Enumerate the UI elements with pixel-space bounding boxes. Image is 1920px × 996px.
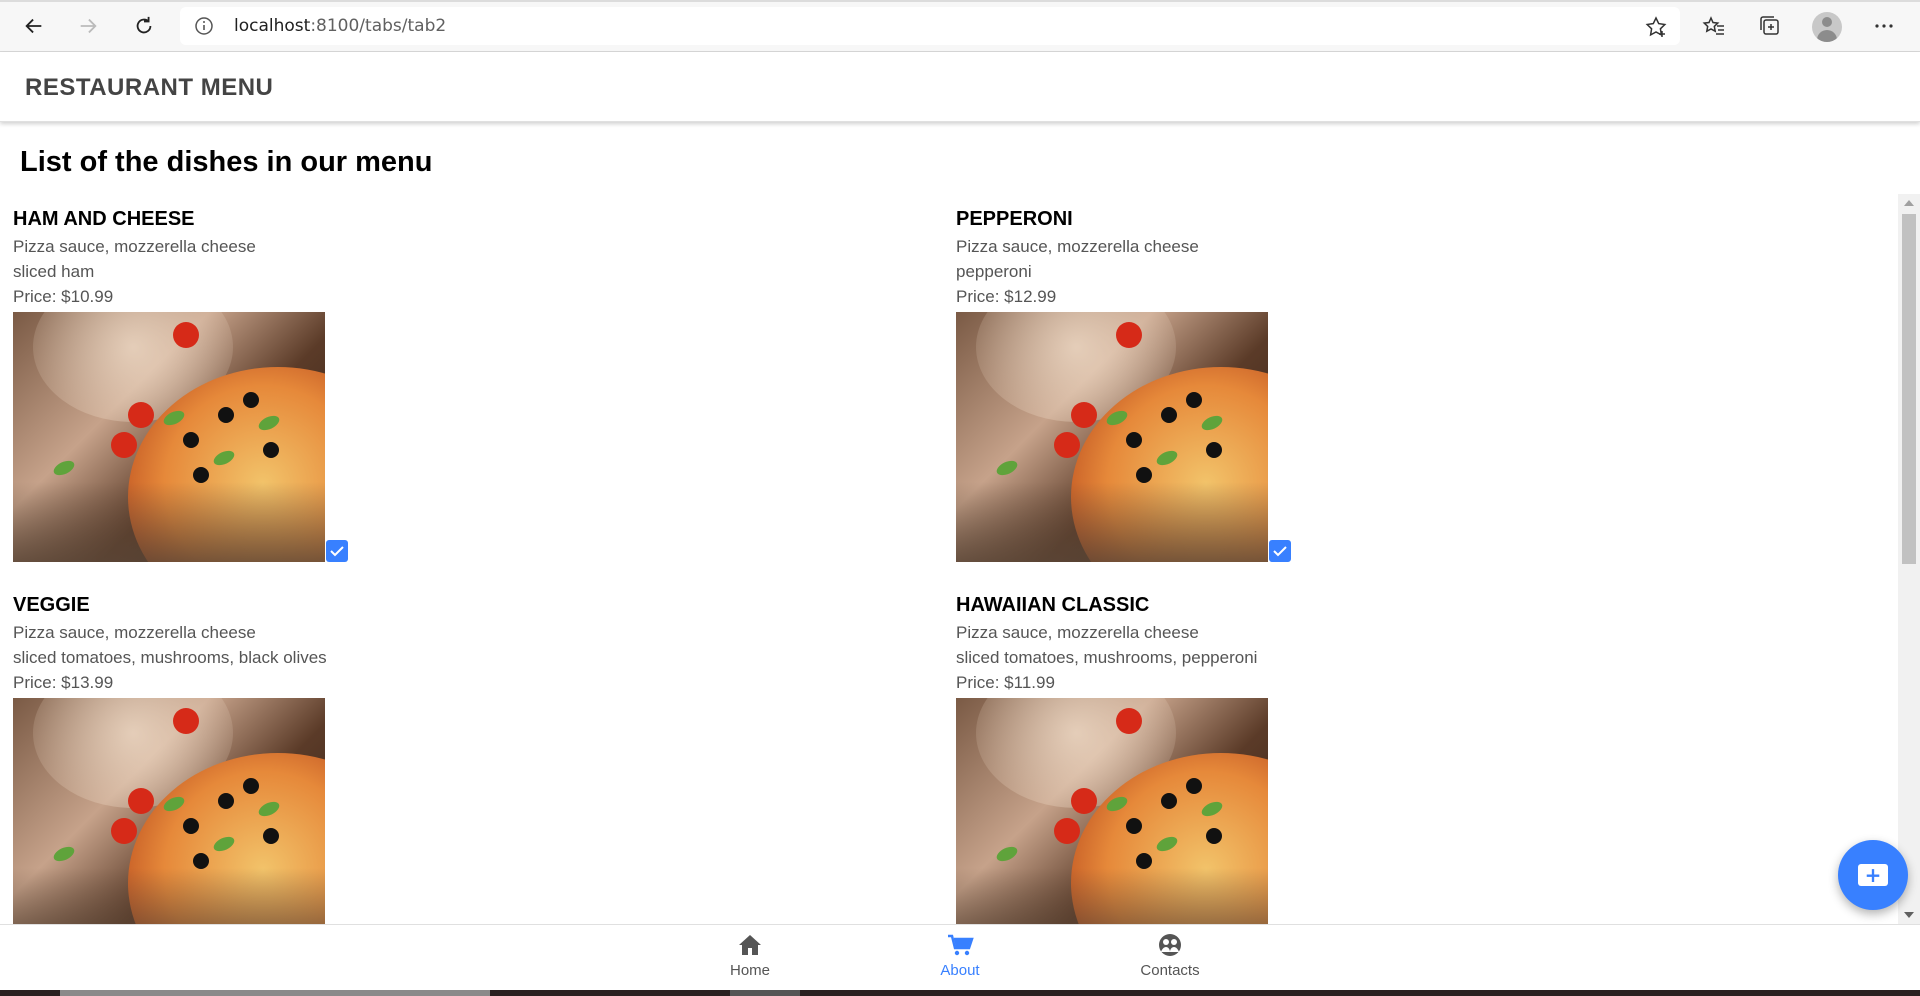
forward-button[interactable]	[72, 10, 104, 42]
add-fab-button[interactable]: +	[1838, 840, 1908, 910]
reload-icon	[136, 16, 152, 34]
tab-label: Home	[729, 962, 770, 979]
dish-card-pepperoni: PEPPERONI Pizza sauce, mozzerella cheese…	[956, 208, 1556, 562]
dish-card-ham-and-cheese: HAM AND CHEESE Pizza sauce, mozzerella c…	[13, 208, 613, 562]
page-title: List of the dishes in our menu	[20, 146, 433, 178]
tab-home[interactable]: Home	[690, 931, 810, 987]
dish-toppings: sliced ham	[13, 262, 95, 281]
dish-toppings: pepperoni	[956, 262, 1032, 281]
app-header: RESTAURANT MENU	[0, 52, 1920, 122]
scroll-up-arrow[interactable]	[1904, 200, 1914, 206]
dish-checkbox[interactable]	[1269, 540, 1291, 562]
address-bar[interactable]: localhost:8100/tabs/tab2	[180, 7, 1680, 45]
avatar-head	[1822, 17, 1832, 27]
browser-toolbar: localhost:8100/tabs/tab2	[0, 0, 1920, 52]
dish-list: HAM AND CHEESE Pizza sauce, mozzerella c…	[0, 194, 1898, 924]
settings-more-button[interactable]	[1870, 12, 1898, 40]
reload-button[interactable]	[128, 10, 160, 42]
cart-icon	[948, 934, 974, 956]
tab-bar: Home About Contacts	[0, 924, 1920, 990]
tab-label: About	[940, 962, 980, 979]
favorites-button[interactable]	[1700, 12, 1728, 40]
dish-card-hawaiian-classic: HAWAIIAN CLASSIC Pizza sauce, mozzerella…	[956, 594, 1556, 924]
taskbar-strip	[0, 990, 1920, 996]
tab-label: Contacts	[1140, 962, 1200, 979]
pizza-image	[13, 312, 325, 562]
arrow-left-icon	[25, 18, 42, 34]
checkmark-icon	[330, 546, 344, 557]
back-button[interactable]	[18, 10, 50, 42]
avatar-body	[1817, 30, 1837, 42]
people-icon	[1159, 934, 1181, 956]
favorites-list-icon	[1702, 16, 1724, 35]
dish-ingredients: Pizza sauce, mozzerella cheese	[13, 237, 256, 256]
scroll-down-arrow[interactable]	[1904, 912, 1914, 918]
dish-toppings: sliced tomatoes, mushrooms, black olives	[13, 648, 327, 667]
profile-avatar[interactable]	[1812, 12, 1842, 42]
collections-button[interactable]	[1756, 12, 1784, 40]
more-horizontal-icon	[1875, 24, 1893, 28]
app-title: RESTAURANT MENU	[25, 74, 274, 101]
arrow-right-icon	[80, 18, 97, 34]
add-icon: +	[1858, 864, 1888, 886]
dish-name: PEPPERONI	[956, 208, 1073, 230]
dish-card-veggie: VEGGIE Pizza sauce, mozzerella cheese sl…	[13, 594, 613, 924]
pizza-image	[956, 698, 1268, 924]
dish-checkbox[interactable]	[326, 540, 348, 562]
dish-price: Price: $13.99	[13, 673, 114, 692]
pizza-image	[956, 312, 1268, 562]
dish-name: VEGGIE	[13, 594, 90, 616]
checkmark-icon	[1273, 546, 1287, 557]
dish-name: HAM AND CHEESE	[13, 208, 195, 230]
vertical-scrollbar[interactable]	[1898, 194, 1920, 924]
dish-price: Price: $11.99	[956, 673, 1055, 692]
url-path: :8100/tabs/tab2	[310, 16, 447, 36]
dish-price: Price: $12.99	[956, 287, 1057, 306]
tab-about[interactable]: About	[900, 931, 1020, 987]
scrollbar-thumb[interactable]	[1902, 214, 1916, 564]
tab-contacts[interactable]: Contacts	[1110, 931, 1230, 987]
dish-ingredients: Pizza sauce, mozzerella cheese	[13, 623, 256, 642]
url-text[interactable]: localhost:8100/tabs/tab2	[234, 16, 446, 36]
dish-name: HAWAIIAN CLASSIC	[956, 594, 1150, 616]
collections-icon	[1760, 16, 1779, 35]
dish-toppings: sliced tomatoes, mushrooms, pepperoni	[956, 648, 1258, 667]
url-host: localhost	[234, 16, 311, 36]
pizza-image	[13, 698, 325, 924]
dish-ingredients: Pizza sauce, mozzerella cheese	[956, 623, 1199, 642]
tab-strip-edge	[0, 0, 1920, 2]
info-icon[interactable]	[194, 16, 214, 36]
dish-ingredients: Pizza sauce, mozzerella cheese	[956, 237, 1199, 256]
dish-price: Price: $10.99	[13, 287, 114, 306]
favorite-add-icon[interactable]	[1644, 15, 1668, 39]
home-icon	[739, 935, 761, 955]
